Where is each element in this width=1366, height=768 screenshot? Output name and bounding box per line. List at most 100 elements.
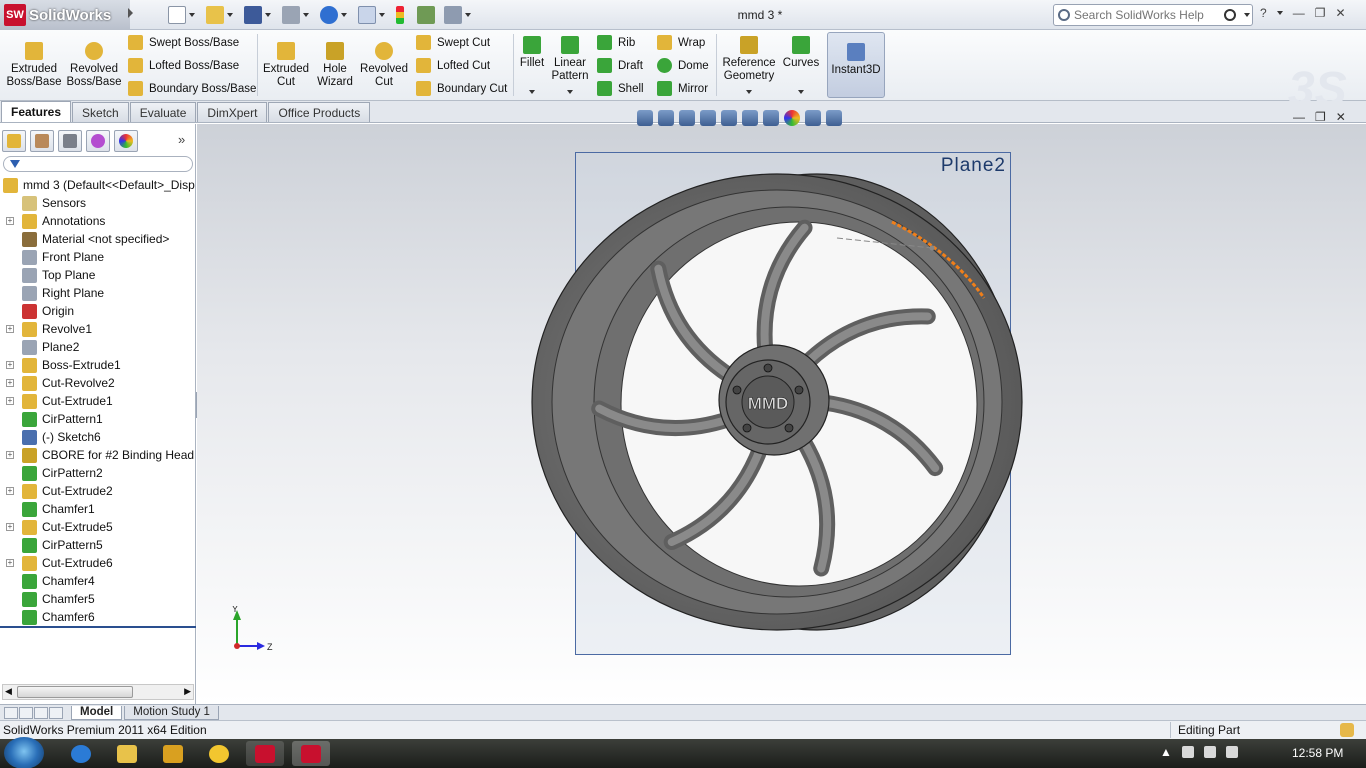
- taskbar-clock[interactable]: 12:58 PM: [1292, 746, 1343, 760]
- help-dropdown-icon[interactable]: [1276, 11, 1283, 15]
- last-tab-icon[interactable]: [49, 706, 63, 719]
- expand-icon[interactable]: +: [6, 325, 14, 333]
- save-dropdown-icon[interactable]: [265, 13, 271, 17]
- tree-item-cbore-for-2-binding-head-m[interactable]: + CBORE for #2 Binding Head M: [0, 446, 196, 464]
- tree-item-annotations[interactable]: + Annotations: [0, 212, 196, 230]
- mirror-button[interactable]: Mirror: [657, 81, 708, 96]
- expand-icon[interactable]: +: [6, 451, 14, 459]
- action-center-icon[interactable]: [1181, 746, 1194, 758]
- next-tab-icon[interactable]: [34, 706, 48, 719]
- graphics-area[interactable]: — ❐ ✕ Plane2 MMD Y Z: [197, 110, 1366, 704]
- file-properties-icon[interactable]: [417, 6, 435, 24]
- lofted-boss-button[interactable]: Lofted Boss/Base: [128, 58, 239, 73]
- section-view-icon[interactable]: [700, 110, 716, 126]
- tree-item-revolve1[interactable]: + Revolve1: [0, 320, 196, 338]
- swept-boss-button[interactable]: Swept Boss/Base: [128, 35, 239, 50]
- tree-item-front-plane[interactable]: Front Plane: [0, 248, 196, 266]
- first-tab-icon[interactable]: [4, 706, 18, 719]
- extruded-boss-button[interactable]: Extruded Boss/Base: [6, 42, 62, 89]
- viewport-minimize-icon[interactable]: —: [1293, 110, 1305, 124]
- tree-item-origin[interactable]: Origin: [0, 302, 196, 320]
- zoom-to-area-icon[interactable]: [658, 110, 674, 126]
- undo-icon[interactable]: [320, 6, 338, 24]
- fillet-dropdown-icon[interactable]: [529, 90, 535, 94]
- revolved-cut-button[interactable]: Revolved Cut: [360, 42, 408, 89]
- options-icon[interactable]: [444, 6, 462, 24]
- instant3d-toggle[interactable]: Instant3D: [827, 32, 885, 98]
- help-search-input[interactable]: [1074, 8, 1224, 22]
- reference-geometry-button[interactable]: Reference Geometry: [720, 36, 778, 94]
- tree-item-cut-extrude5[interactable]: + Cut-Extrude5: [0, 518, 196, 536]
- select-dropdown-icon[interactable]: [379, 13, 385, 17]
- minimize-icon[interactable]: —: [1293, 6, 1305, 20]
- tab-evaluate[interactable]: Evaluate: [129, 102, 197, 122]
- tab-motion-study-1[interactable]: Motion Study 1: [124, 705, 219, 720]
- search-dropdown-icon[interactable]: [1244, 13, 1250, 17]
- new-dropdown-icon[interactable]: [189, 13, 195, 17]
- expand-icon[interactable]: +: [6, 487, 14, 495]
- taskbar-file-explorer[interactable]: [108, 741, 146, 766]
- expand-icon[interactable]: +: [6, 379, 14, 387]
- more-tabs-icon[interactable]: »: [178, 132, 185, 147]
- wrap-button[interactable]: Wrap: [657, 35, 705, 50]
- taskbar-internet-explorer[interactable]: [62, 741, 100, 766]
- network-icon[interactable]: [1203, 746, 1216, 758]
- tree-item-right-plane[interactable]: Right Plane: [0, 284, 196, 302]
- feature-manager-tab[interactable]: [2, 130, 26, 152]
- viewport-close-icon[interactable]: ✕: [1336, 110, 1346, 124]
- tree-item-sketch6[interactable]: (-) Sketch6: [0, 428, 196, 446]
- zoom-to-fit-icon[interactable]: [637, 110, 653, 126]
- print-icon[interactable]: [282, 6, 300, 24]
- expand-icon[interactable]: +: [6, 523, 14, 531]
- show-hidden-icons-icon[interactable]: ▲: [1160, 745, 1172, 759]
- tab-dimxpert[interactable]: DimXpert: [197, 102, 268, 122]
- start-button[interactable]: [4, 737, 44, 768]
- swept-cut-button[interactable]: Swept Cut: [416, 35, 490, 50]
- save-icon[interactable]: [244, 6, 262, 24]
- curves-button[interactable]: Curves: [782, 36, 820, 94]
- options-dropdown-icon[interactable]: [465, 13, 471, 17]
- expand-icon[interactable]: +: [6, 217, 14, 225]
- tree-item-cirpattern5[interactable]: CirPattern5: [0, 536, 196, 554]
- select-pointer-icon[interactable]: [358, 6, 376, 24]
- display-manager-tab[interactable]: [114, 130, 138, 152]
- tree-item-cut-extrude2[interactable]: + Cut-Extrude2: [0, 482, 196, 500]
- shell-button[interactable]: Shell: [597, 81, 644, 96]
- tab-office-products[interactable]: Office Products: [268, 102, 371, 122]
- tree-item-cirpattern2[interactable]: CirPattern2: [0, 464, 196, 482]
- restore-icon[interactable]: ❐: [1315, 6, 1326, 20]
- boundary-cut-button[interactable]: Boundary Cut: [416, 81, 507, 96]
- tab-model[interactable]: Model: [71, 705, 123, 720]
- open-dropdown-icon[interactable]: [227, 13, 233, 17]
- rebuild-status-icon[interactable]: [1340, 723, 1354, 737]
- linear-pattern-dropdown-icon[interactable]: [567, 90, 573, 94]
- dome-button[interactable]: Dome: [657, 58, 709, 73]
- extruded-cut-button[interactable]: Extruded Cut: [262, 42, 310, 89]
- prev-tab-icon[interactable]: [19, 706, 33, 719]
- expand-icon[interactable]: +: [6, 397, 14, 405]
- draft-button[interactable]: Draft: [597, 58, 643, 73]
- revolved-boss-button[interactable]: Revolved Boss/Base: [66, 42, 122, 89]
- volume-icon[interactable]: [1225, 746, 1238, 758]
- tree-item-material-not-specified[interactable]: Material <not specified>: [0, 230, 196, 248]
- curves-dropdown-icon[interactable]: [798, 90, 804, 94]
- tab-features[interactable]: Features: [1, 101, 72, 122]
- tree-item-plane2[interactable]: Plane2: [0, 338, 196, 356]
- search-go-icon[interactable]: [1224, 9, 1236, 21]
- tree-item-cirpattern1[interactable]: CirPattern1: [0, 410, 196, 428]
- tree-horizontal-scrollbar[interactable]: ◀ ▶: [2, 684, 194, 700]
- open-folder-icon[interactable]: [206, 6, 224, 24]
- tree-item-cut-extrude1[interactable]: + Cut-Extrude1: [0, 392, 196, 410]
- tree-filter[interactable]: [3, 156, 193, 172]
- property-manager-tab[interactable]: [30, 130, 54, 152]
- hole-wizard-button[interactable]: Hole Wizard: [312, 42, 358, 89]
- taskbar-acrobat[interactable]: [246, 741, 284, 766]
- close-icon[interactable]: ✕: [1335, 6, 1345, 20]
- edit-appearance-icon[interactable]: [784, 110, 800, 126]
- rib-button[interactable]: Rib: [597, 35, 635, 50]
- taskbar-winamp[interactable]: [154, 741, 192, 766]
- tree-item-chamfer4[interactable]: Chamfer4: [0, 572, 196, 590]
- taskbar-messenger[interactable]: [200, 741, 238, 766]
- tree-item-chamfer5[interactable]: Chamfer5: [0, 590, 196, 608]
- tree-item-cut-revolve2[interactable]: + Cut-Revolve2: [0, 374, 196, 392]
